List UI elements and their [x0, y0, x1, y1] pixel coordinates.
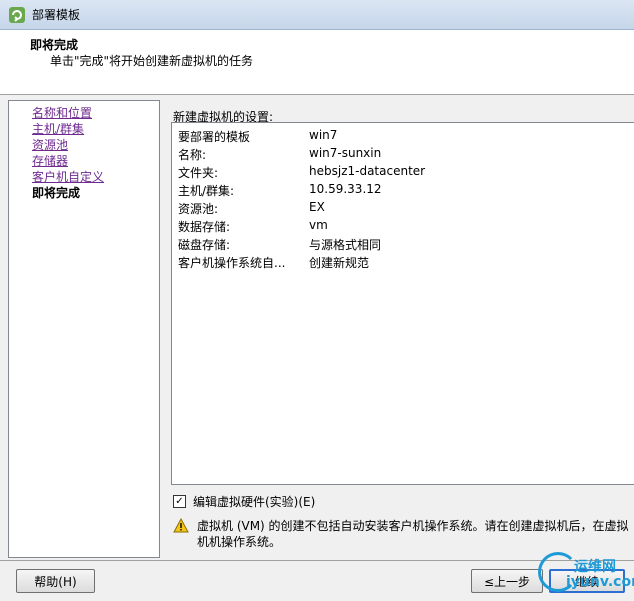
settings-key: 数据存储: [178, 220, 231, 234]
nav-step-ready-to-complete: 即将完成 [32, 186, 81, 200]
wizard-steps-nav: 名称和位置 主机/群集 资源池 存储器 客户机自定义 即将完成 [8, 100, 160, 558]
window-title: 部署模板 [32, 8, 81, 22]
edit-hardware-checkbox[interactable]: ✓ [173, 495, 186, 508]
settings-key: 磁盘存储: [178, 238, 231, 252]
settings-value: 10.59.33.12 [309, 182, 382, 196]
edit-hardware-option[interactable]: ✓ 编辑虚拟硬件(实验)(E) [173, 493, 315, 510]
settings-value: vm [309, 218, 328, 232]
warning-text: 虚拟机 (VM) 的创建不包括自动安装客户机操作系统。请在创建虚拟机后，在虚拟机… [197, 519, 629, 549]
settings-value: 创建新规范 [309, 256, 370, 270]
page-title: 即将完成 [30, 38, 79, 52]
settings-key: 名称: [178, 148, 207, 162]
nav-step-resource-pool[interactable]: 资源池 [32, 136, 68, 153]
settings-key: 要部署的模板 [178, 130, 251, 144]
nav-step-host-cluster[interactable]: 主机/群集 [32, 120, 84, 137]
settings-value: EX [309, 200, 325, 214]
help-button[interactable]: 帮助(H) [16, 569, 95, 593]
title-bar: 部署模板 [0, 0, 634, 30]
settings-key: 资源池: [178, 202, 219, 216]
settings-key: 文件夹: [178, 166, 219, 180]
nav-step-storage[interactable]: 存储器 [32, 152, 68, 169]
settings-summary-list: 要部署的模板 win7 名称: win7-sunxin 文件夹: hebsjz1… [171, 122, 634, 485]
nav-step-guest-customization[interactable]: 客户机自定义 [32, 168, 104, 185]
page-subtitle: 单击"完成"将开始创建新虚拟机的任务 [50, 54, 254, 68]
next-button[interactable]: 继续 [549, 569, 625, 593]
warning-icon [173, 518, 189, 533]
footer-divider [0, 560, 634, 561]
settings-key: 主机/群集: [178, 184, 235, 198]
settings-value: 与源格式相同 [309, 238, 382, 252]
wizard-header: 即将完成 单击"完成"将开始创建新虚拟机的任务 [0, 30, 634, 95]
vsphere-template-icon [9, 6, 25, 23]
settings-value: hebsjz1-datacenter [309, 164, 426, 178]
nav-step-name-location[interactable]: 名称和位置 [32, 104, 92, 121]
settings-value: win7-sunxin [309, 146, 382, 160]
edit-hardware-label[interactable]: 编辑虚拟硬件(实验)(E) [193, 493, 315, 510]
back-button[interactable]: ≤上一步 [471, 569, 543, 593]
settings-key: 客户机操作系统自... [178, 256, 286, 270]
settings-value: win7 [309, 128, 338, 142]
